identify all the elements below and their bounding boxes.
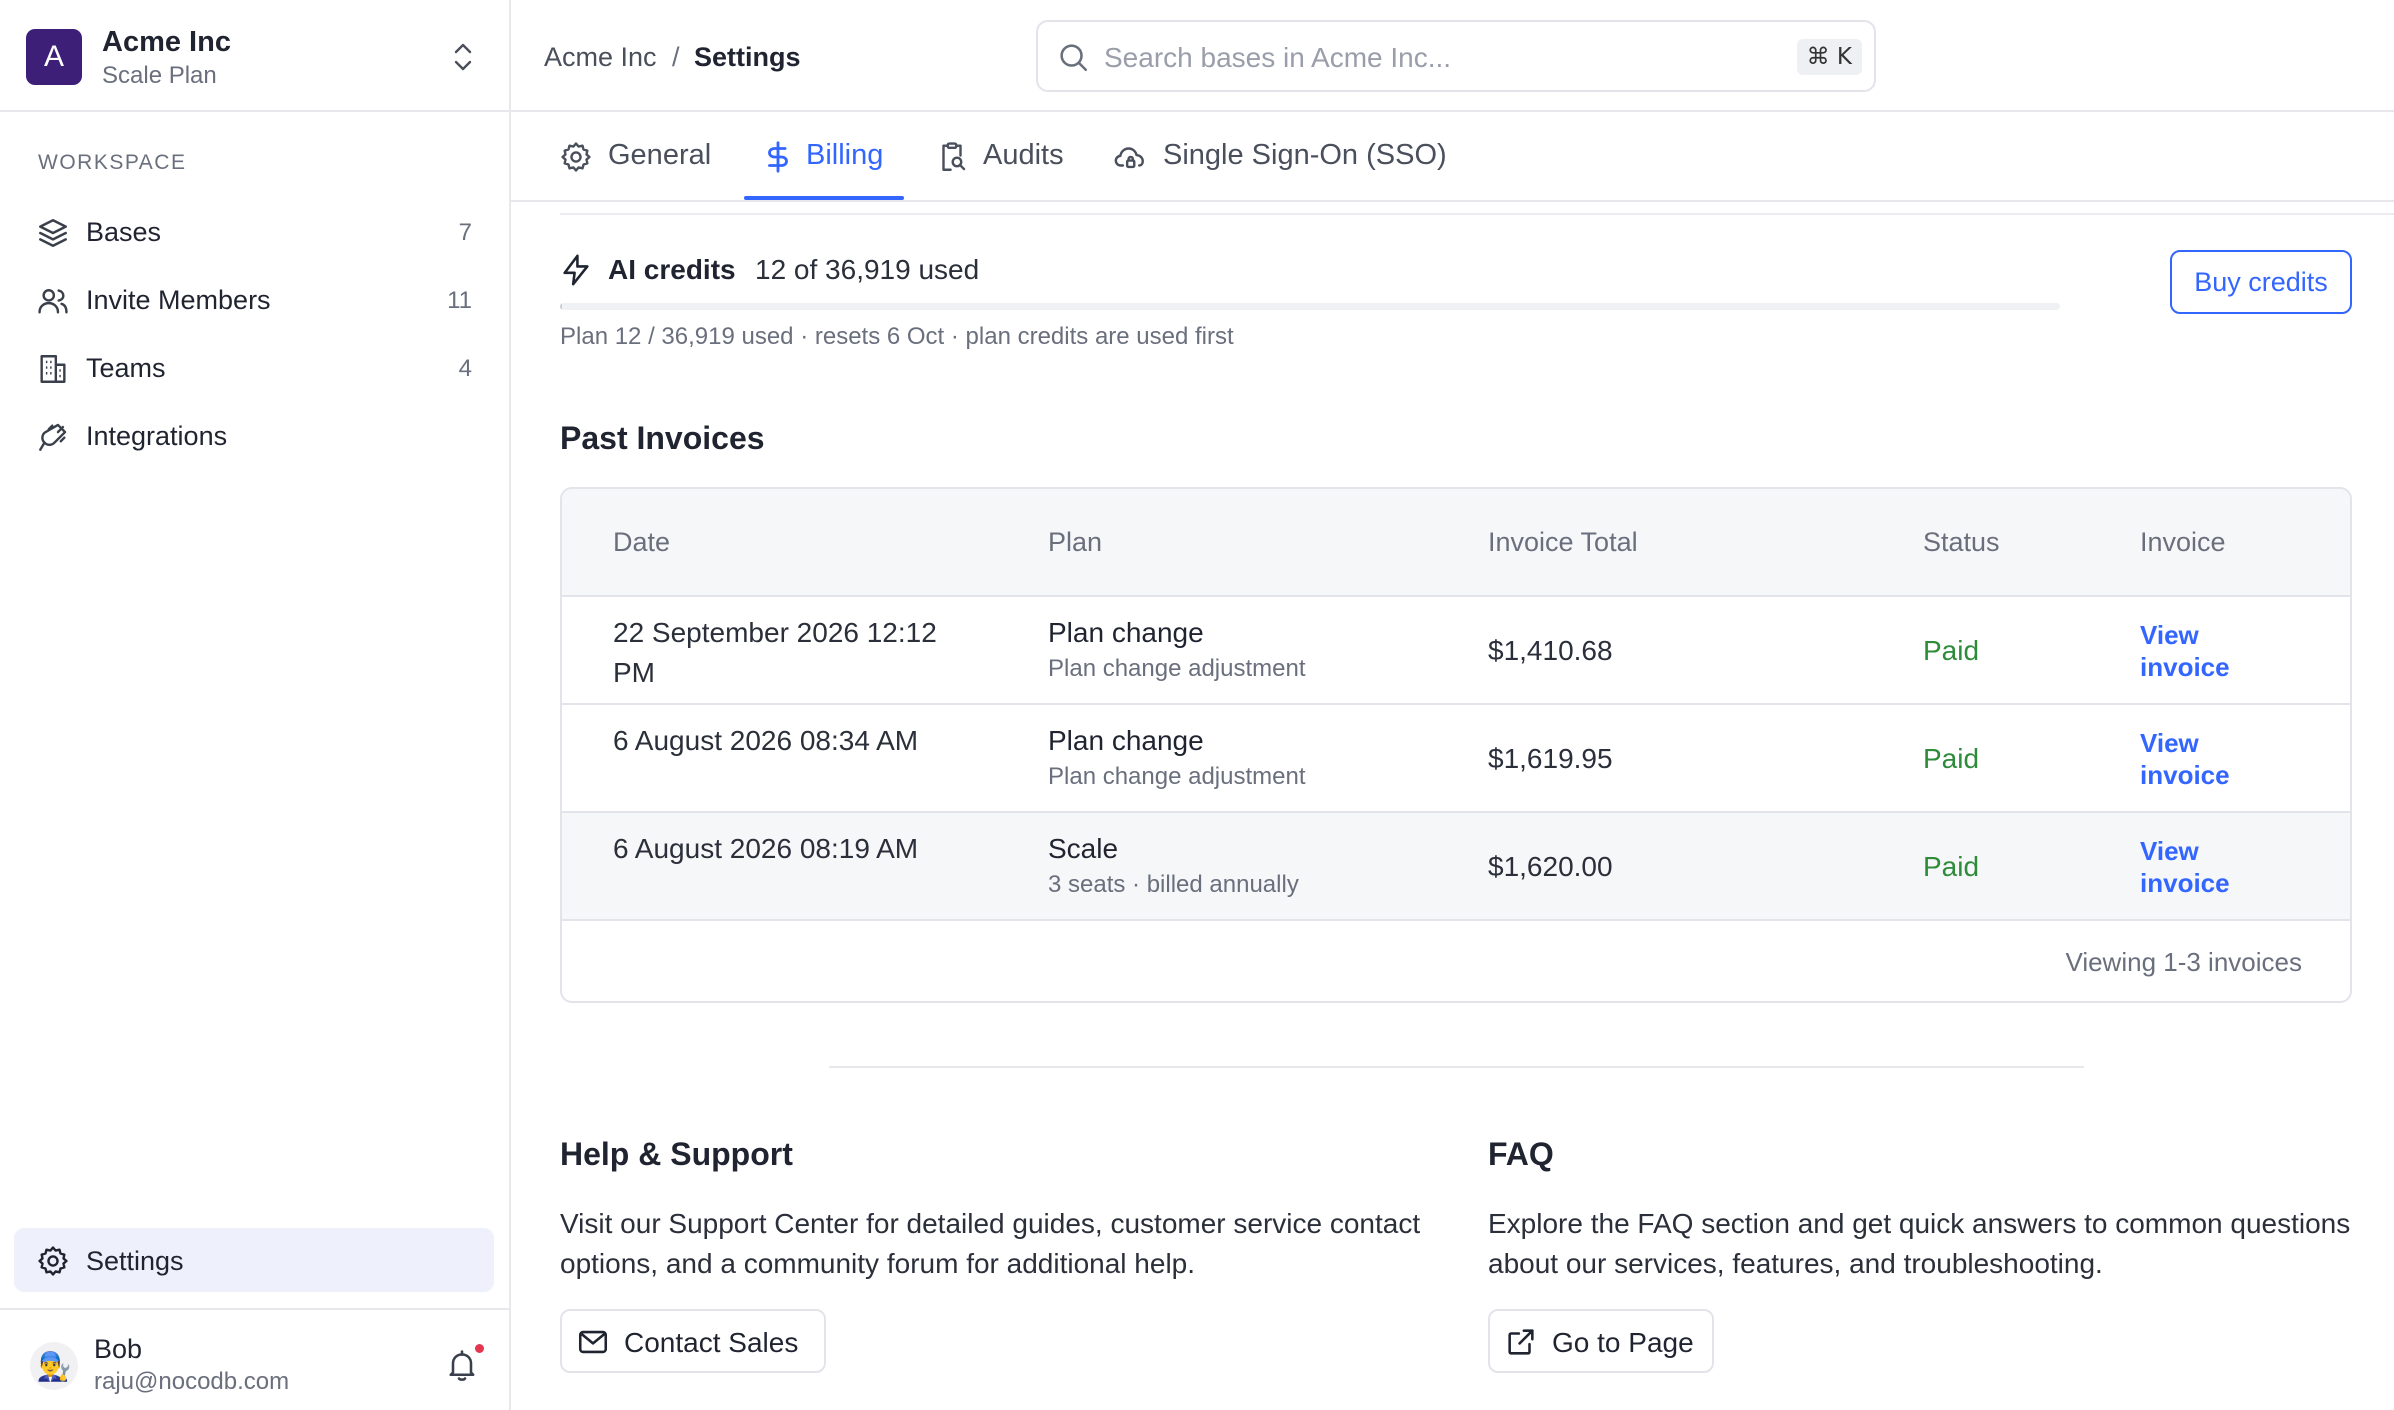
column-header-status: Status <box>1923 527 2000 557</box>
ai-credits-usage: 12 of 36,919 used <box>755 254 980 285</box>
breadcrumb-workspace[interactable]: Acme Inc <box>544 42 657 73</box>
lightning-icon <box>559 252 593 288</box>
sidebar-item-count: 11 <box>447 287 472 314</box>
sidebar-item-label: Settings <box>86 1246 184 1276</box>
invoice-total: $1,410.68 <box>1488 635 1613 666</box>
tab-label: Audits <box>983 139 1064 171</box>
sidebar-item-label: Teams <box>86 353 166 383</box>
workspace-name: Acme Inc <box>102 26 231 58</box>
ai-credits-title: AI credits <box>608 254 736 285</box>
breadcrumb-current-page: Settings <box>694 42 801 72</box>
invoice-plan-detail: Plan change adjustment <box>1048 763 1306 790</box>
view-invoice-link[interactable]: View invoice <box>2140 727 2260 791</box>
sidebar-item-settings[interactable]: Settings <box>14 1228 494 1292</box>
settings-tabs: General Billing Audits Single Sign-On (S… <box>511 112 2394 202</box>
sidebar-item-integrations[interactable]: Integrations <box>14 406 494 466</box>
gear-icon <box>36 1244 70 1278</box>
avatar: 👨‍🔧 <box>30 1342 78 1390</box>
help-support-title: Help & Support <box>560 1136 793 1172</box>
notification-dot <box>475 1344 484 1353</box>
button-label: Go to Page <box>1552 1327 1694 1358</box>
tab-label: Billing <box>806 139 884 171</box>
view-invoice-link[interactable]: View invoice <box>2140 619 2260 683</box>
clipboard-search-icon <box>935 140 969 174</box>
user-menu[interactable]: 👨‍🔧 Bob raju@nocodb.com <box>0 1308 509 1410</box>
gear-icon <box>559 140 593 174</box>
building-icon <box>36 352 70 386</box>
invoices-table: Date Plan Invoice Total Status Invoice 2… <box>560 487 2352 1003</box>
search-input[interactable]: Search bases in Acme Inc... ⌘ K <box>1036 20 1876 92</box>
active-tab-indicator <box>744 196 904 200</box>
invoice-plan: Plan change <box>1048 617 1204 648</box>
sidebar: A Acme Inc Scale Plan WORKSPACE Bases 7 … <box>0 0 511 1410</box>
search-icon <box>1056 40 1090 74</box>
go-to-page-button[interactable]: Go to Page <box>1488 1309 1714 1373</box>
divider <box>560 213 2394 215</box>
layers-icon <box>36 216 70 250</box>
workspace-switcher[interactable]: A Acme Inc Scale Plan <box>0 0 509 112</box>
sidebar-item-teams[interactable]: Teams 4 <box>14 338 494 398</box>
sidebar-item-label: Invite Members <box>86 285 271 315</box>
status-badge: Paid <box>1923 743 1980 774</box>
column-header-invoice-total: Invoice Total <box>1488 527 1638 557</box>
workspace-avatar: A <box>26 29 82 85</box>
table-header: Date Plan Invoice Total Status Invoice <box>562 489 2350 597</box>
column-header-date: Date <box>613 527 671 557</box>
invoice-total: $1,620.00 <box>1488 851 1613 882</box>
invoice-date: 6 August 2026 08:34 AM <box>613 725 919 756</box>
keyboard-shortcut-badge: ⌘ K <box>1796 39 1862 75</box>
sidebar-item-count: 7 <box>458 219 472 246</box>
user-email: raju@nocodb.com <box>94 1368 290 1395</box>
plug-icon <box>36 420 70 454</box>
column-header-invoice: Invoice <box>2140 527 2226 557</box>
faq-title: FAQ <box>1488 1136 1554 1172</box>
sidebar-item-label: Integrations <box>86 421 228 451</box>
past-invoices-title: Past Invoices <box>560 420 765 456</box>
table-row: 6 August 2026 08:34 AM Plan change Plan … <box>562 705 2350 813</box>
sidebar-item-bases[interactable]: Bases 7 <box>14 202 494 262</box>
invoice-date: 22 September 2026 12:12 PM <box>613 617 937 688</box>
faq-text: Explore the FAQ section and get quick an… <box>1488 1208 2351 1279</box>
workspace-plan: Scale Plan <box>102 62 217 89</box>
sidebar-item-invite-members[interactable]: Invite Members 11 <box>14 270 494 330</box>
top-bar: Acme Inc / Settings Search bases in Acme… <box>511 0 2394 112</box>
ai-credits-note: Plan 12 / 36,919 used · resets 6 Oct · p… <box>560 323 1234 350</box>
status-badge: Paid <box>1923 851 1980 882</box>
breadcrumb-separator: / <box>672 42 680 72</box>
contact-sales-button[interactable]: Contact Sales <box>560 1309 826 1373</box>
sidebar-item-count: 4 <box>458 355 472 382</box>
view-invoice-link[interactable]: View invoice <box>2140 835 2260 899</box>
chevron-up-down-icon[interactable] <box>448 40 478 74</box>
workspace-section-label: WORKSPACE <box>38 151 187 174</box>
ai-credits-progress <box>560 303 2060 310</box>
button-label: Contact Sales <box>624 1327 799 1358</box>
help-support-text: Visit our Support Center for detailed gu… <box>560 1208 1421 1279</box>
invoice-plan-detail: Plan change adjustment <box>1048 655 1306 682</box>
invoice-plan-detail: 3 seats · billed annually <box>1048 871 1299 898</box>
divider <box>829 1066 2084 1068</box>
user-name: Bob <box>94 1334 143 1364</box>
bell-icon[interactable] <box>444 1346 480 1384</box>
ai-credits-progress-fill <box>560 303 562 310</box>
invoice-date: 6 August 2026 08:19 AM <box>613 833 919 864</box>
cloud-lock-icon <box>1113 140 1147 174</box>
status-badge: Paid <box>1923 635 1980 666</box>
invoice-plan: Plan change <box>1048 725 1204 756</box>
users-icon <box>36 284 70 318</box>
external-link-icon <box>1504 1325 1538 1359</box>
invoices-pagination-info: Viewing 1-3 invoices <box>2065 947 2302 977</box>
tab-label: General <box>608 139 712 171</box>
table-row: 6 August 2026 08:19 AM Scale 3 seats · b… <box>562 813 2350 921</box>
table-row: 22 September 2026 12:12 PM Plan change P… <box>562 597 2350 705</box>
column-header-plan: Plan <box>1048 527 1103 557</box>
sidebar-item-label: Bases <box>86 217 162 247</box>
buy-credits-button[interactable]: Buy credits <box>2170 250 2352 314</box>
mail-icon <box>576 1325 610 1359</box>
invoice-plan: Scale <box>1048 833 1119 864</box>
search-placeholder: Search bases in Acme Inc... <box>1104 42 1452 73</box>
invoice-total: $1,619.95 <box>1488 743 1613 774</box>
tab-label: Single Sign-On (SSO) <box>1163 139 1447 171</box>
dollar-icon <box>761 140 795 174</box>
